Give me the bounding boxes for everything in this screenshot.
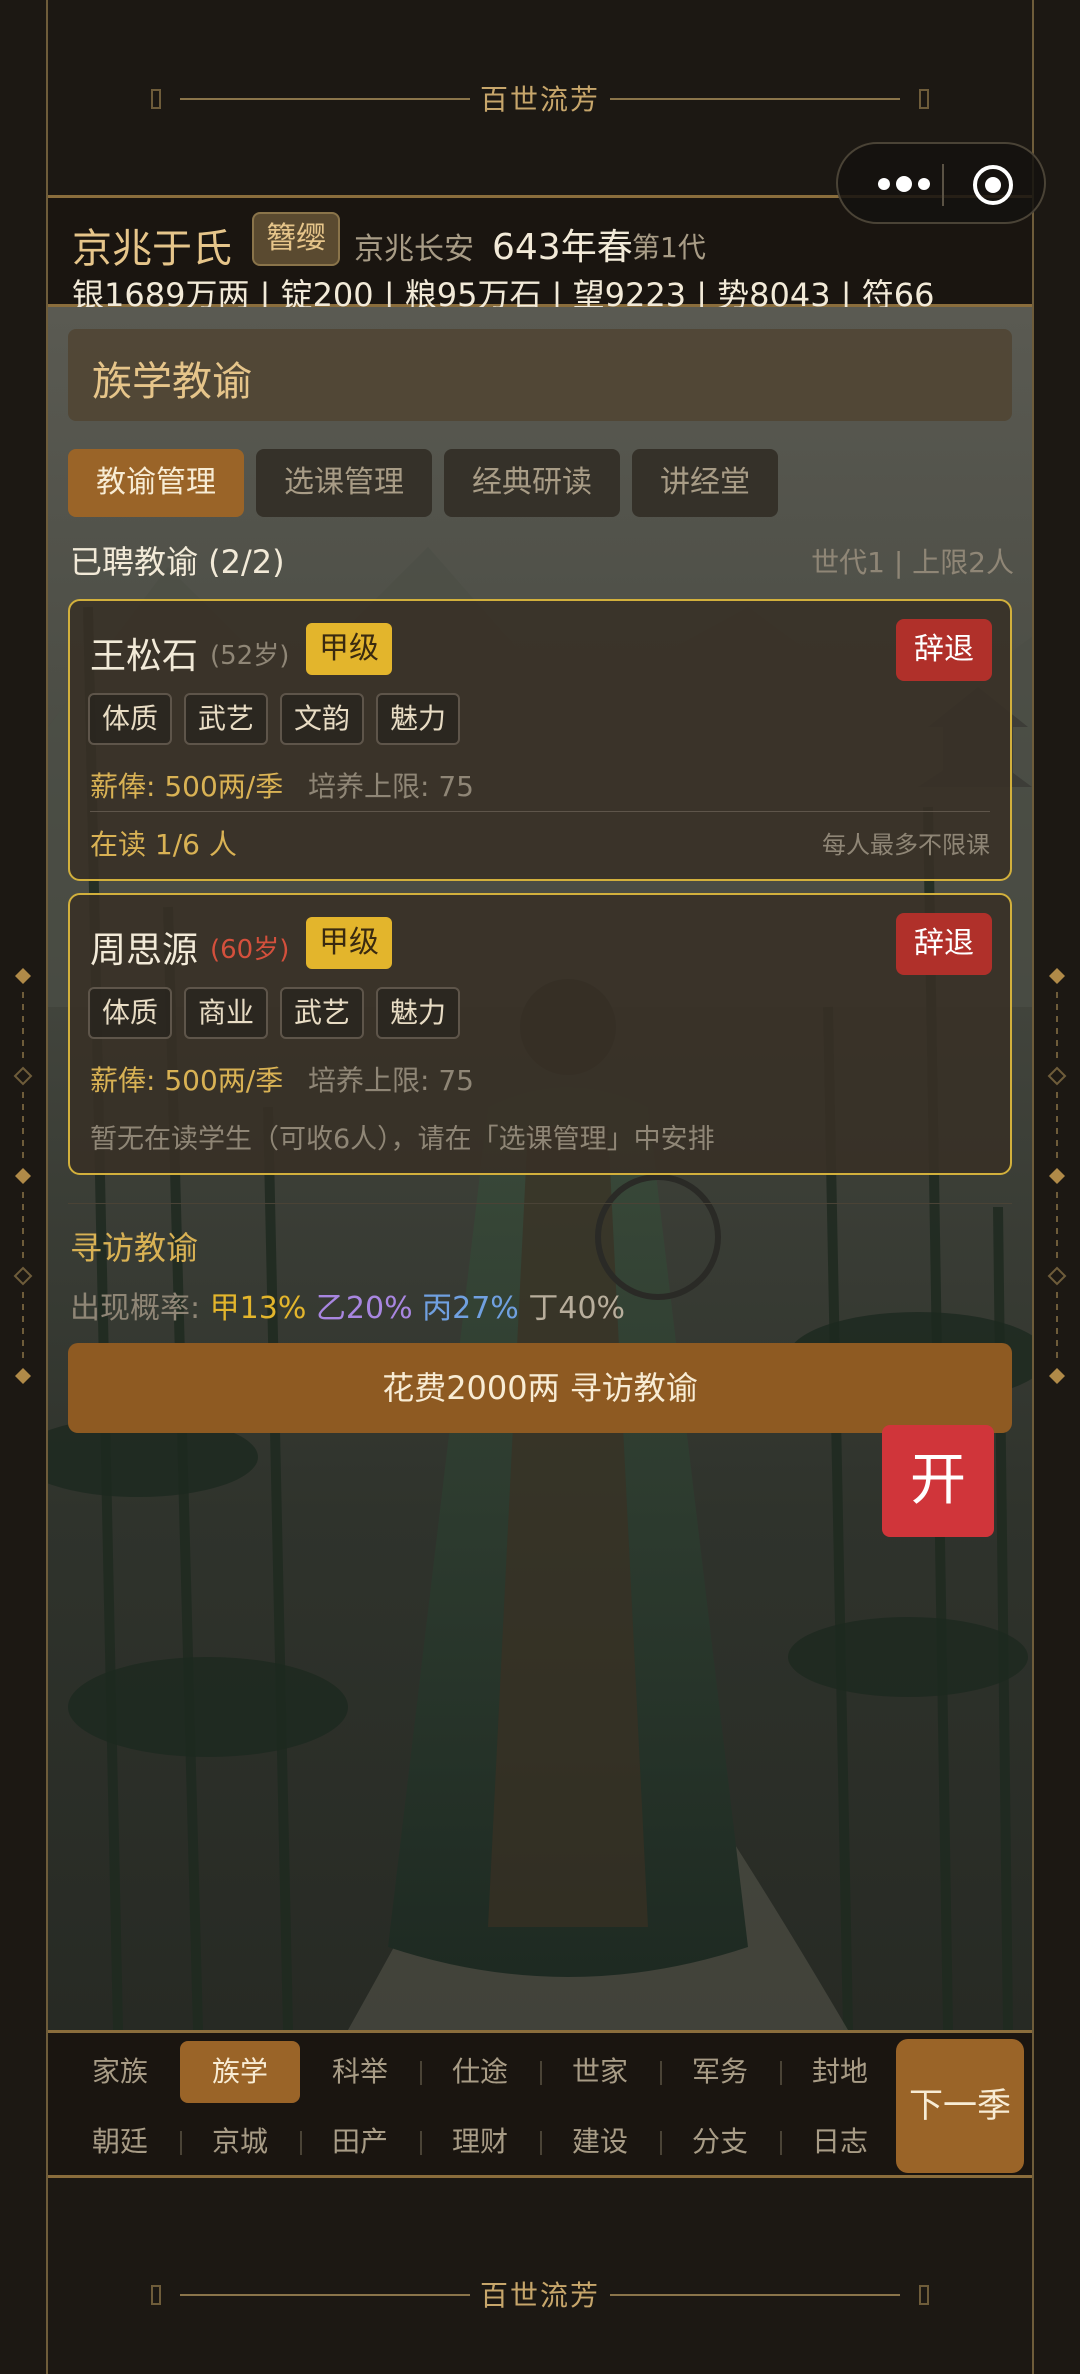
probability-jia: 甲13% <box>209 1291 307 1326</box>
teacher-training-cap: 培养上限: 75 <box>308 1064 474 1097</box>
nav-item-log[interactable]: 日志 <box>780 2111 900 2173</box>
nav-item-military[interactable]: 军务 <box>660 2041 780 2103</box>
teacher-card: 王松石 (52岁) 甲级 辞退 体质 武艺 文韵 魅力 薪俸: 500两/季 培… <box>68 599 1012 881</box>
no-students-note: 暂无在读学生（可收6人），请在「选课管理」中安排 <box>90 1124 715 1155</box>
card-divider <box>90 811 990 812</box>
panel-title-box: 族学教谕 <box>68 329 1012 421</box>
skill-tag: 体质 <box>88 693 173 745</box>
nav-item-finance[interactable]: 理财 <box>420 2111 540 2173</box>
probability-yi: 乙20% <box>315 1291 413 1326</box>
nav-row: 家族 族学 科举 仕途 世家 军务 封地 <box>60 2041 914 2103</box>
nav-item-clan-school[interactable]: 族学 <box>180 2041 300 2103</box>
capsule-separator <box>942 164 944 206</box>
skill-tag: 文韵 <box>280 693 365 745</box>
clan-generation: 第1代 <box>632 231 706 264</box>
teacher-name: 周思源 <box>90 930 199 971</box>
teacher-card: 周思源 (60岁) 甲级 辞退 体质 商业 武艺 魅力 薪俸: 500两/季 培… <box>68 893 1012 1175</box>
clan-location: 京兆长安 <box>354 232 474 267</box>
skill-tag: 武艺 <box>280 987 365 1039</box>
nav-item-career[interactable]: 仕途 <box>420 2041 540 2103</box>
skill-tag: 体质 <box>88 987 173 1039</box>
skill-tag: 魅力 <box>376 987 461 1039</box>
clan-year: 643年春 <box>492 227 633 268</box>
nav-item-estates[interactable]: 田产 <box>300 2111 420 2173</box>
nav-item-fief[interactable]: 封地 <box>780 2041 900 2103</box>
tab-lecture-hall[interactable]: 讲经堂 <box>632 449 778 517</box>
skill-tag: 商业 <box>184 987 269 1039</box>
miniprogram-capsule <box>836 142 1046 224</box>
bottom-banner: 百世流芳 <box>48 2178 1032 2374</box>
frame-right <box>1032 0 1034 2374</box>
probability-label: 出现概率: <box>70 1291 210 1326</box>
dismiss-button[interactable]: 辞退 <box>896 913 992 975</box>
teacher-grade-badge: 甲级 <box>306 917 392 969</box>
target-circle-icon[interactable] <box>970 162 1016 208</box>
side-ornament-right <box>1047 968 1067 1384</box>
open-button[interactable]: 开 <box>882 1425 994 1537</box>
nav-item-court[interactable]: 朝廷 <box>60 2111 180 2173</box>
course-limit-note: 每人最多不限课 <box>822 831 990 859</box>
bottom-nav: 家族 族学 科举 仕途 世家 军务 封地 朝廷 京城 田产 理财 建设 分支 日… <box>48 2030 1032 2178</box>
next-season-button[interactable]: 下一季 <box>896 2039 1024 2173</box>
skill-tag: 武艺 <box>184 693 269 745</box>
teacher-salary: 薪俸: 500两/季 <box>90 1064 284 1097</box>
nav-item-construction[interactable]: 建设 <box>540 2111 660 2173</box>
teacher-age: (60岁) <box>210 935 290 965</box>
side-ornament-left <box>13 968 33 1384</box>
nav-item-family[interactable]: 家族 <box>60 2041 180 2103</box>
more-dots-icon[interactable] <box>868 162 948 206</box>
rank-badge: 簪缨 <box>252 212 340 266</box>
nav-item-exam[interactable]: 科举 <box>300 2041 420 2103</box>
nav-item-branches[interactable]: 分支 <box>660 2111 780 2173</box>
nav-item-capital[interactable]: 京城 <box>180 2111 300 2173</box>
teacher-tags: 体质 商业 武艺 魅力 <box>88 987 461 1039</box>
hired-count-label: 已聘教谕 (2/2) <box>70 543 285 581</box>
clan-name: 京兆于氏 <box>72 226 232 272</box>
panel-title: 族学教谕 <box>92 359 252 405</box>
banner-end-right <box>919 2285 929 2305</box>
search-teacher-title: 寻访教谕 <box>70 1229 199 1267</box>
main-panel: 族学教谕 教谕管理 选课管理 经典研读 讲经堂 已聘教谕 (2/2) 世代1 |… <box>48 307 1032 2030</box>
tab-course-selection[interactable]: 选课管理 <box>256 449 432 517</box>
grade-probability: 出现概率: 甲13% 乙20% 丙27% 丁40% <box>70 1283 625 1327</box>
tab-bar: 教谕管理 选课管理 经典研读 讲经堂 <box>68 449 778 517</box>
teacher-tags: 体质 武艺 文韵 魅力 <box>88 693 461 745</box>
teacher-name: 王松石 <box>90 636 199 677</box>
tab-classics-study[interactable]: 经典研读 <box>444 449 620 517</box>
teacher-training-cap: 培养上限: 75 <box>308 770 474 803</box>
banner-rule-right <box>610 2294 900 2296</box>
teacher-grade-badge: 甲级 <box>306 623 392 675</box>
nav-item-noble-houses[interactable]: 世家 <box>540 2041 660 2103</box>
teacher-age: (52岁) <box>210 641 290 671</box>
tab-teacher-management[interactable]: 教谕管理 <box>68 449 244 517</box>
probability-ding: 丁40% <box>528 1291 626 1326</box>
banner-end-right <box>919 89 929 109</box>
enrolled-count: 在读 1/6 人 <box>90 828 237 861</box>
hired-limit-note: 世代1 | 上限2人 <box>811 546 1014 579</box>
section-divider <box>68 1203 1012 1204</box>
skill-tag: 魅力 <box>376 693 461 745</box>
banner-rule-right <box>610 98 900 100</box>
probability-bing: 丙27% <box>422 1291 519 1326</box>
teacher-salary: 薪俸: 500两/季 <box>90 770 284 803</box>
dismiss-button[interactable]: 辞退 <box>896 619 992 681</box>
nav-row: 朝廷 京城 田产 理财 建设 分支 日志 <box>60 2111 914 2173</box>
search-teacher-button[interactable]: 花费2000两 寻访教谕 <box>68 1343 1012 1433</box>
